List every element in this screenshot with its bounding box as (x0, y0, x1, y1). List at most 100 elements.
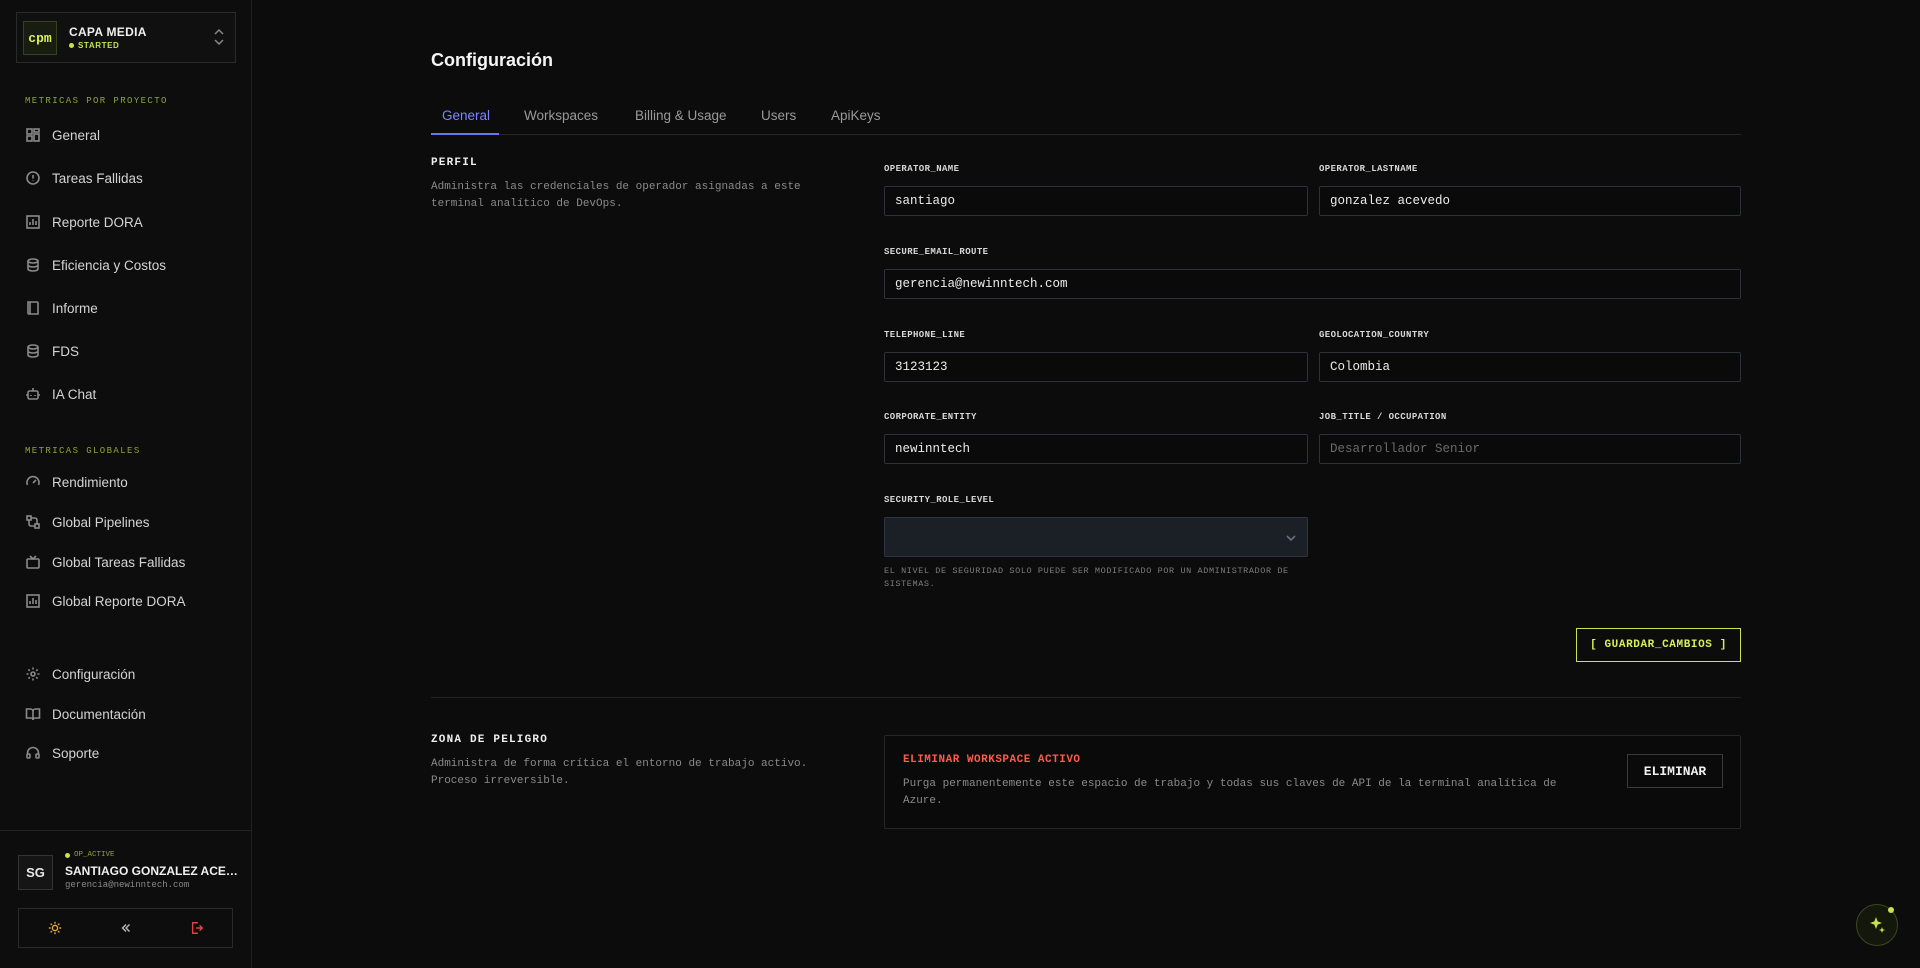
operator-name-input[interactable] (884, 186, 1308, 216)
nav-label: Global Tareas Fallidas (52, 554, 186, 570)
security-role-select[interactable] (884, 517, 1308, 557)
dashboard-icon (26, 128, 40, 142)
danger-section-description: Administra de forma crítica el entorno d… (431, 758, 808, 787)
alert-circle-icon (26, 171, 40, 185)
nav-label: FDS (52, 343, 79, 359)
tab-general[interactable]: General (442, 108, 490, 123)
org-status-label: STARTED (78, 41, 120, 50)
tab-users[interactable]: Users (761, 108, 796, 123)
sparkles-icon (1870, 917, 1885, 933)
operator-name-label: OPERATOR_NAME (884, 164, 960, 174)
phone-input[interactable] (884, 352, 1308, 382)
app-root: cpm CAPA MEDIA STARTED METRICAS POR PROY… (0, 0, 1920, 968)
user-email: gerencia@newinntech.com (65, 880, 190, 890)
avatar[interactable]: SG (18, 855, 53, 890)
nav-label: Documentación (52, 706, 146, 722)
logout-button[interactable] (161, 909, 232, 947)
security-role-label: SECURITY_ROLE_LEVEL (884, 495, 995, 505)
status-dot-icon (65, 852, 70, 858)
email-label: SECURE_EMAIL_ROUTE (884, 247, 989, 257)
nav-label: Reporte DORA (52, 214, 143, 230)
nav-label: IA Chat (52, 386, 97, 402)
nav-item-fds[interactable]: FDS (25, 339, 79, 363)
org-name: CAPA MEDIA (69, 25, 147, 39)
nav-label: Global Pipelines (52, 514, 150, 530)
tab-workspaces[interactable]: Workspaces (524, 108, 598, 123)
theme-toggle-button[interactable] (19, 909, 90, 947)
bot-icon (26, 388, 40, 400)
nav-item-eficiencia[interactable]: Eficiencia y Costos (25, 253, 166, 277)
book-icon (27, 301, 39, 315)
bar-chart-icon (26, 215, 40, 229)
headset-icon (26, 746, 40, 759)
nav-item-tareas-fallidas[interactable]: Tareas Fallidas (25, 166, 143, 190)
nav-label: Tareas Fallidas (52, 170, 143, 186)
save-changes-button[interactable]: [ GUARDAR_CAMBIOS ] (1576, 628, 1741, 662)
profile-section-description: Administra las credenciales de operador … (431, 181, 801, 210)
phone-label: TELEPHONE_LINE (884, 330, 966, 340)
security-role-hint: EL NIVEL DE SEGURIDAD SOLO PUEDE SER MOD… (884, 566, 1289, 589)
delete-workspace-card: ELIMINAR WORKSPACE ACTIVO Purga permanen… (884, 735, 1741, 829)
notification-dot-icon (1888, 907, 1894, 913)
nav-label: Rendimiento (52, 474, 128, 490)
main-content: Configuración General Workspaces Billing… (253, 0, 1920, 968)
country-label: GEOLOCATION_COUNTRY (1319, 330, 1430, 340)
user-card: SG OP_ACTIVE SANTIAGO GONZALEZ ACEVEDO g… (0, 830, 251, 968)
nav-item-soporte[interactable]: Soporte (25, 741, 99, 765)
section-divider (431, 697, 1741, 698)
database-icon (27, 258, 39, 272)
tab-billing-usage[interactable]: Billing & Usage (635, 108, 727, 123)
nav-item-global-reporte-dora[interactable]: Global Reporte DORA (25, 589, 186, 613)
company-input[interactable] (884, 434, 1308, 464)
country-input[interactable] (1319, 352, 1741, 382)
sun-icon (48, 921, 61, 935)
nav-item-global-tareas-fallidas[interactable]: Global Tareas Fallidas (25, 550, 185, 574)
open-book-icon (25, 708, 41, 721)
company-label: CORPORATE_ENTITY (884, 412, 977, 422)
nav-item-informe[interactable]: Informe (25, 296, 98, 320)
bar-chart-icon (26, 594, 40, 608)
sidebar: cpm CAPA MEDIA STARTED METRICAS POR PROY… (0, 0, 252, 968)
job-title-input[interactable] (1319, 434, 1741, 464)
operator-lastname-label: OPERATOR_LASTNAME (1319, 164, 1418, 174)
nav-item-general[interactable]: General (25, 123, 100, 147)
user-status-label: OP_ACTIVE (74, 851, 115, 859)
danger-section-title: ZONA DE PELIGRO (431, 734, 549, 746)
chevron-up-down-icon (214, 28, 224, 46)
org-switcher[interactable]: cpm CAPA MEDIA STARTED (16, 12, 236, 63)
nav-item-reporte-dora[interactable]: Reporte DORA (25, 210, 143, 234)
tab-apikeys[interactable]: ApiKeys (831, 108, 881, 123)
section-label-project: METRICAS POR PROYECTO (25, 96, 168, 106)
ai-assistant-button[interactable] (1856, 904, 1898, 946)
chevron-down-icon (1286, 535, 1296, 542)
nav-item-configuracion[interactable]: Configuración (25, 662, 135, 686)
operator-lastname-input[interactable] (1319, 186, 1741, 216)
nav-label: Informe (52, 300, 98, 316)
nav-item-documentacion[interactable]: Documentación (25, 702, 146, 726)
nav-item-rendimiento[interactable]: Rendimiento (25, 470, 128, 494)
profile-section-title: PERFIL (431, 157, 478, 169)
status-dot-icon (69, 43, 74, 48)
collapse-sidebar-button[interactable] (90, 909, 161, 947)
gear-icon (26, 667, 40, 681)
nav-label: General (52, 127, 101, 143)
nav-label: Eficiencia y Costos (52, 257, 167, 273)
delete-workspace-title: ELIMINAR WORKSPACE ACTIVO (903, 754, 1081, 766)
org-status-badge: STARTED (69, 41, 119, 50)
delete-workspace-description: Purga permanentemente este espacio de tr… (903, 778, 1557, 807)
workflow-icon (26, 515, 40, 529)
delete-workspace-button[interactable]: ELIMINAR (1627, 754, 1723, 788)
tab-bar: General Workspaces Billing & Usage Users… (431, 104, 1741, 135)
nav-item-ia-chat[interactable]: IA Chat (25, 382, 96, 406)
nav-item-global-pipelines[interactable]: Global Pipelines (25, 510, 150, 534)
tv-icon (26, 555, 40, 569)
job-title-label: JOB_TITLE / OCCUPATION (1319, 412, 1447, 422)
org-logo: cpm (23, 21, 57, 55)
email-input[interactable] (884, 269, 1741, 299)
chevrons-left-icon (121, 924, 130, 932)
gauge-icon (26, 475, 40, 486)
nav-label: Soporte (52, 745, 100, 761)
database-icon (27, 344, 39, 358)
user-actions (18, 908, 233, 948)
nav-label: Configuración (52, 666, 136, 682)
